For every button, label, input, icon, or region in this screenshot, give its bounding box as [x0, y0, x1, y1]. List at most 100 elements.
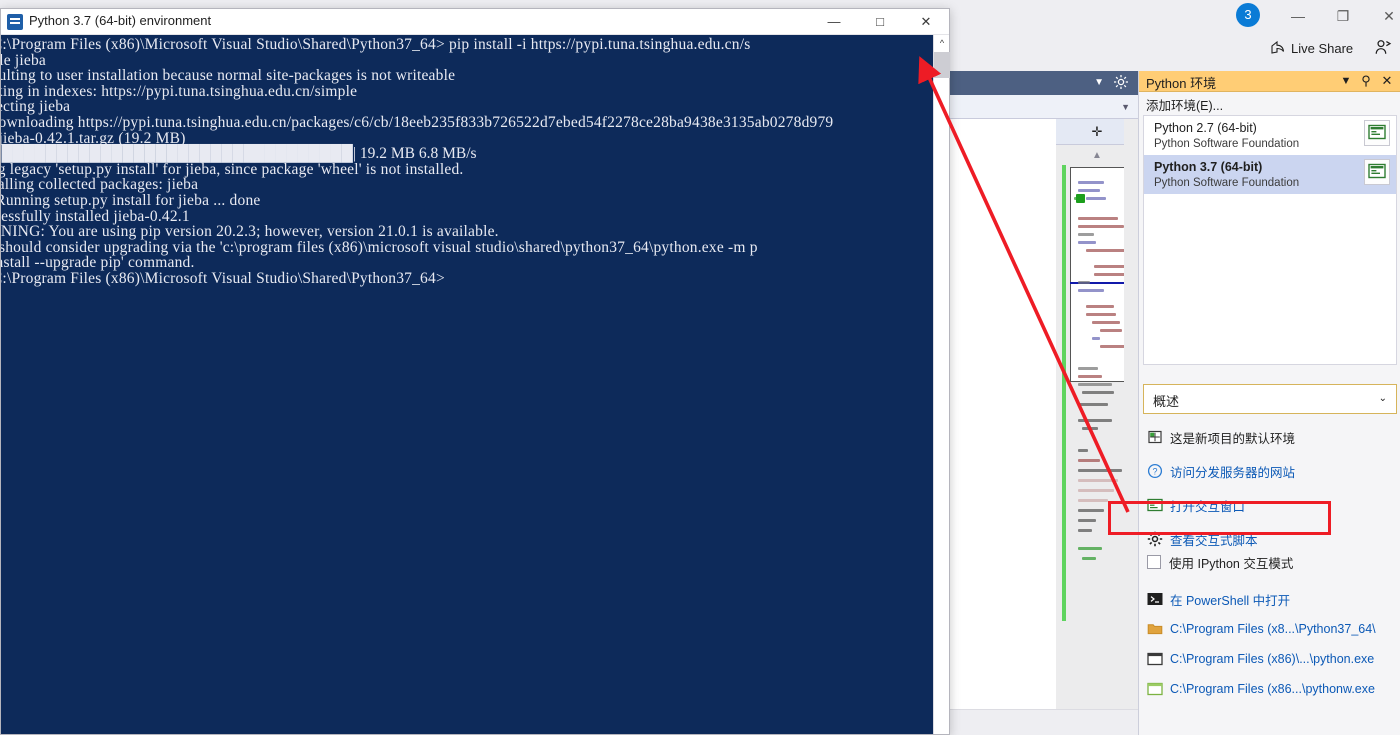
minimap-code-line	[1078, 449, 1088, 452]
terminal-minimize-button[interactable]: —	[811, 9, 857, 35]
minimap-code-line	[1078, 499, 1108, 502]
ipython-mode-checkbox[interactable]	[1147, 555, 1161, 569]
minimap-code-line	[1078, 367, 1098, 370]
vs-restore-button[interactable]: ❐	[1320, 2, 1366, 30]
minimap-code-line	[1078, 519, 1096, 522]
powershell-highlight-box	[1108, 501, 1331, 535]
minimap-code-line	[1092, 321, 1120, 324]
interactive-window-icon[interactable]	[1364, 159, 1390, 185]
minimap-code-line	[1078, 281, 1090, 284]
minimap-code-line	[1082, 427, 1098, 430]
code-editor-surface[interactable]	[937, 119, 1056, 709]
gear-icon[interactable]	[1113, 74, 1129, 90]
default-env-icon	[1147, 429, 1163, 445]
minimap-code-line	[1078, 419, 1112, 422]
view-select[interactable]: 概述 ⌄	[1143, 384, 1397, 414]
chevron-down-icon[interactable]: ⌄	[1379, 393, 1387, 404]
minimap-code-line	[1078, 233, 1094, 236]
navbar-chevron-down-icon[interactable]: ▼	[1121, 102, 1130, 112]
svg-text:?: ?	[1152, 466, 1157, 476]
editor-bottom-strip	[937, 709, 1138, 735]
pin-icon[interactable]: ⚲	[1357, 72, 1375, 90]
notification-badge[interactable]: 3	[1236, 3, 1260, 27]
terminal-scrollbar-thumb[interactable]	[934, 52, 950, 78]
add-environment-label: 添加环境(E)...	[1146, 99, 1224, 113]
tab-overflow-chevron-down-icon[interactable]: ▼	[1094, 77, 1104, 88]
terminal-line: ARNING: You are using pip version 20.2.3…	[1, 223, 499, 241]
panel-title: Python 环境	[1146, 76, 1217, 91]
minimap-code-line	[1100, 329, 1122, 332]
minimap-code-line	[1078, 469, 1122, 472]
share-icon	[1271, 40, 1285, 54]
ipython-mode-row[interactable]: 使用 IPython 交互模式	[1147, 551, 1293, 573]
terminal-line: nstalling collected packages: jieba	[1, 176, 199, 194]
feedback-person-icon[interactable]	[1374, 38, 1392, 56]
environment-name: Python 3.7 (64-bit)	[1154, 160, 1263, 174]
environment-action-label: 在 PowerShell 中打开	[1170, 593, 1291, 608]
scroll-up-icon[interactable]: ^	[934, 35, 950, 51]
environment-action-label: 访问分发服务器的网站	[1170, 465, 1296, 480]
minimap-code-line	[1078, 241, 1096, 244]
minimap-code-line	[1078, 547, 1102, 550]
terminal-maximize-button[interactable]: □	[857, 9, 903, 35]
environment-action-row[interactable]: 这是新项目的默认环境	[1147, 426, 1295, 448]
terminal-line: Running setup.py install for jieba ... d…	[1, 191, 261, 209]
environment-list[interactable]: Python 2.7 (64-bit) Python Software Found…	[1143, 115, 1397, 365]
minimap-code-line	[1078, 289, 1104, 292]
environment-vendor: Python Software Foundation	[1154, 138, 1300, 150]
environment-action-row[interactable]: C:\Program Files (x86...\pythonw.exe	[1147, 678, 1375, 700]
environment-action-label: C:\Program Files (x86...\pythonw.exe	[1170, 682, 1375, 696]
environment-action-label: C:\Program Files (x86)\...\python.exe	[1170, 652, 1375, 666]
terminal-line: p install --upgrade pip' command.	[1, 254, 195, 272]
interactive-window-icon[interactable]	[1364, 120, 1390, 146]
screen-root: 3 — ❐ ✕ Live Share ▼ ▼ ✛ ▲ Python 环境 ▼ ⚲…	[0, 0, 1400, 735]
chevron-down-icon[interactable]: ▼	[1337, 72, 1355, 90]
minimap-code-line	[1078, 403, 1108, 406]
environment-action-label: 这是新项目的默认环境	[1170, 431, 1296, 446]
vs-close-button[interactable]: ✕	[1366, 2, 1400, 30]
editor-navigation-bar[interactable]: ▼	[936, 95, 1138, 119]
environment-action-row[interactable]: C:\Program Files (x86)\...\python.exe	[1147, 648, 1374, 670]
minimap-code-line	[1078, 375, 1102, 378]
minimap-code-line	[1086, 313, 1116, 316]
console-window-icon	[1147, 651, 1163, 667]
terminal-line: uccessfully installed jieba-0.42.1	[1, 207, 190, 225]
editor-vertical-scrollbar[interactable]	[1124, 119, 1138, 709]
live-share-button[interactable]: Live Share	[1270, 36, 1353, 60]
minimap-code-line	[1086, 249, 1126, 252]
minimap-code-line	[1078, 479, 1118, 482]
environment-action-row[interactable]: ? 访问分发服务器的网站	[1147, 460, 1295, 482]
environment-action-row[interactable]: 在 PowerShell 中打开	[1147, 588, 1290, 610]
folder-icon	[1147, 621, 1163, 637]
panel-header: Python 环境 ▼ ⚲ ✕	[1139, 71, 1400, 92]
terminal-scrollbar[interactable]: ^	[933, 35, 950, 734]
environment-name: Python 2.7 (64-bit)	[1154, 121, 1257, 135]
terminal-line: ou should consider upgrading via the 'c:…	[1, 238, 758, 256]
live-share-label: Live Share	[1291, 40, 1354, 56]
minimap-code-line	[1078, 189, 1100, 192]
help-circle-icon: ?	[1147, 463, 1163, 479]
environment-list-item[interactable]: Python 3.7 (64-bit) Python Software Found…	[1144, 155, 1396, 194]
terminal-close-button[interactable]: ✕	[903, 9, 949, 35]
vs-minimize-button[interactable]: —	[1275, 2, 1321, 30]
minimap-code-line	[1082, 391, 1114, 394]
terminal-line: efaulting to user installation because n…	[1, 67, 456, 85]
minimap-code-line	[1078, 459, 1100, 462]
close-icon[interactable]: ✕	[1378, 72, 1396, 90]
minimap-code-line	[1078, 217, 1118, 220]
environment-action-row[interactable]: C:\Program Files (x8...\Python37_64\	[1147, 618, 1376, 640]
minimap-marker-square	[1076, 194, 1085, 203]
python-environment-terminal-window[interactable]: Python 3.7 (64-bit) environment — □ ✕ S …	[0, 8, 950, 735]
minimap-code-line	[1082, 557, 1096, 560]
add-environment-row[interactable]: 添加环境(E)...	[1139, 92, 1400, 115]
terminal-line: S C:\Program Files (x86)\Microsoft Visua…	[1, 36, 751, 53]
environment-list-item[interactable]: Python 2.7 (64-bit) Python Software Found…	[1144, 116, 1396, 155]
view-select-value: 概述	[1153, 394, 1180, 409]
python-environments-panel: Python 环境 ▼ ⚲ ✕ 添加环境(E)... Python 2.7 (6…	[1138, 71, 1400, 735]
minimap-code-line	[1086, 305, 1114, 308]
terminal-line: Downloading https://pypi.tuna.tsinghua.e…	[1, 113, 834, 131]
terminal-title-bar: Python 3.7 (64-bit) environment — □ ✕	[1, 9, 949, 35]
terminal-output-area[interactable]: S C:\Program Files (x86)\Microsoft Visua…	[1, 35, 949, 734]
terminal-line: S C:\Program Files (x86)\Microsoft Visua…	[1, 269, 445, 287]
terminal-lines: S C:\Program Files (x86)\Microsoft Visua…	[1, 37, 939, 287]
